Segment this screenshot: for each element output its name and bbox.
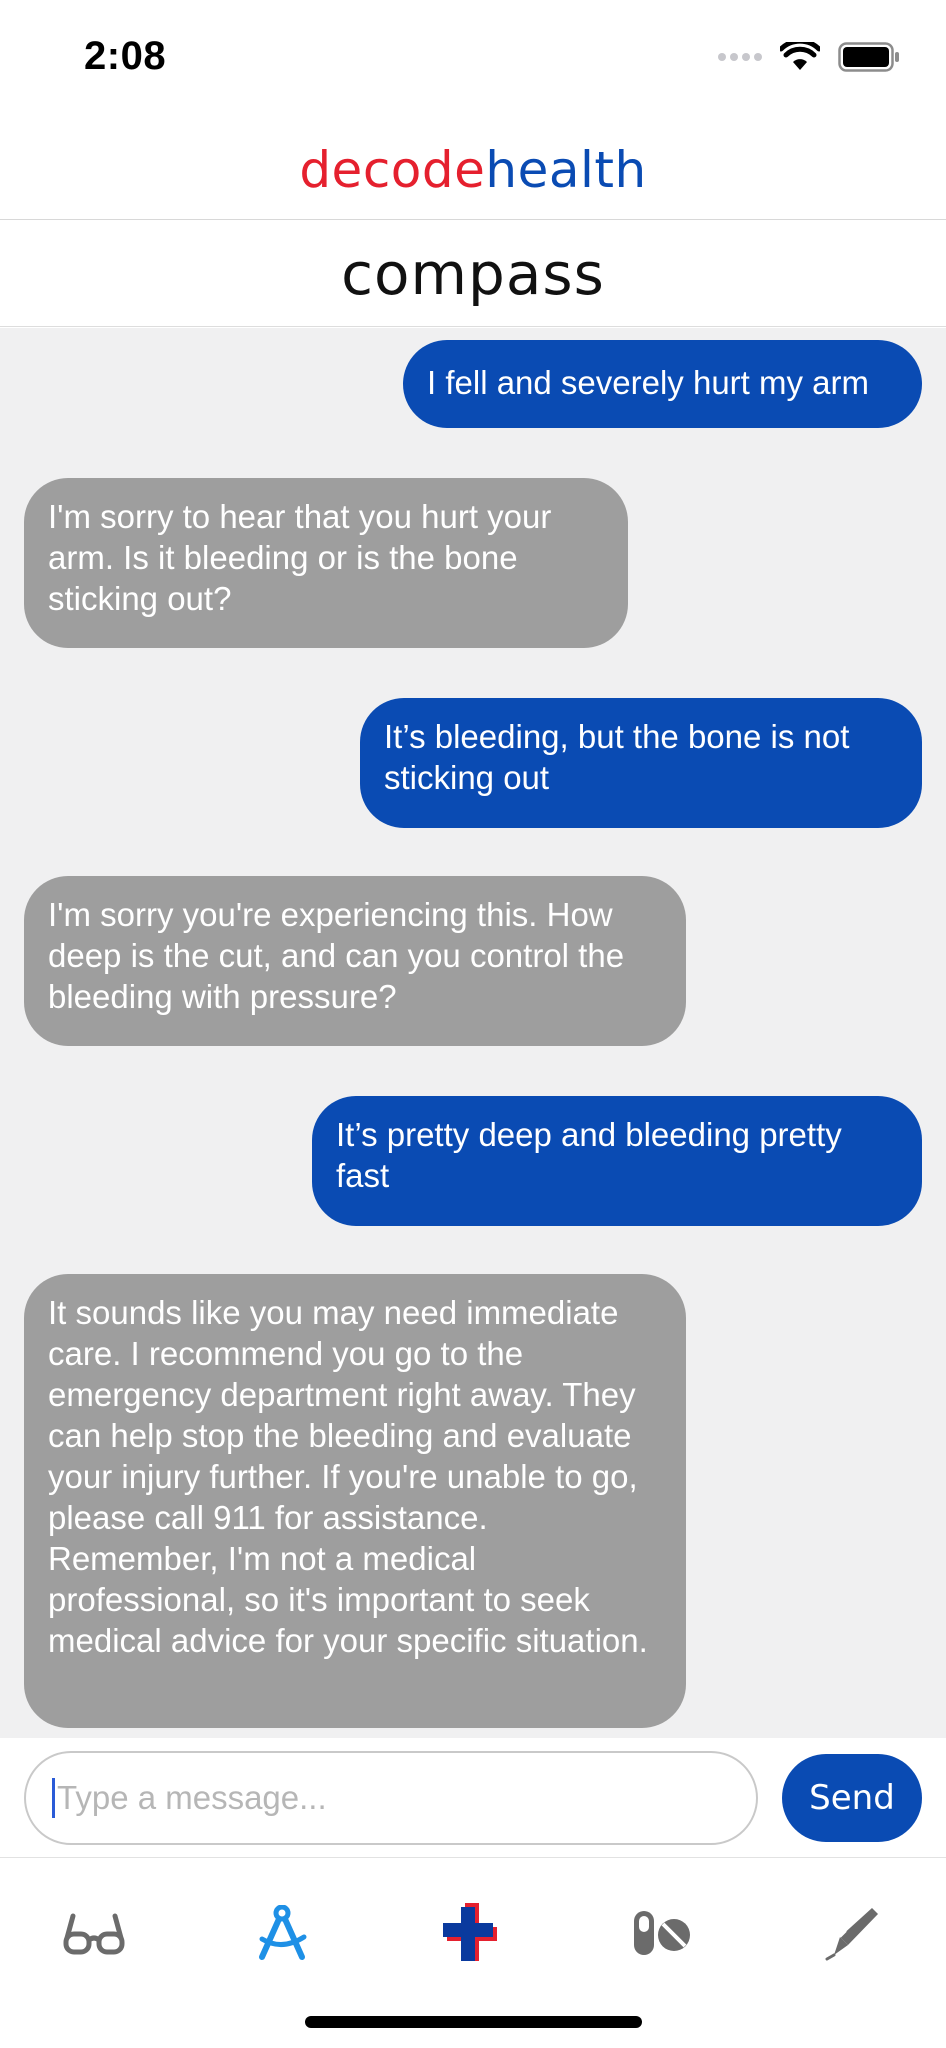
- message-text: It sounds like you may need immediate ca…: [48, 1294, 648, 1659]
- message-text: I fell and severely hurt my arm: [427, 364, 869, 401]
- pills-icon: [634, 1911, 690, 1955]
- message-bubble-user: It’s bleeding, but the bone is not stick…: [360, 698, 922, 828]
- message-bubble-bot: It sounds like you may need immediate ca…: [24, 1274, 686, 1728]
- tab-medical[interactable]: [433, 1893, 513, 1973]
- cellular-signal-icon: [718, 53, 762, 61]
- message-text: It’s pretty deep and bleeding pretty fas…: [336, 1116, 842, 1194]
- message-text: I'm sorry you're experiencing this. How …: [48, 896, 625, 1015]
- tab-glasses[interactable]: [54, 1893, 134, 1973]
- message-input[interactable]: Type a message...: [24, 1751, 758, 1845]
- compass-icon: [259, 1905, 307, 1960]
- message-bubble-bot: I'm sorry you're experiencing this. How …: [24, 876, 686, 1046]
- message-bubble-user: It’s pretty deep and bleeding pretty fas…: [312, 1096, 922, 1226]
- home-indicator[interactable]: [305, 2016, 642, 2028]
- send-button[interactable]: Send: [782, 1754, 922, 1842]
- tab-pen[interactable]: [812, 1893, 892, 1973]
- composer: Type a message... Send: [0, 1738, 946, 1858]
- brand-logo-part-decode: decode: [299, 140, 486, 199]
- text-caret: [52, 1778, 55, 1818]
- chat-area[interactable]: I fell and severely hurt my arm I'm sorr…: [0, 328, 946, 1738]
- brand-header: decodehealth: [0, 120, 946, 220]
- title-bar: compass: [0, 221, 946, 327]
- tab-pills[interactable]: [621, 1893, 701, 1973]
- glasses-icon: [63, 1913, 125, 1955]
- message-bubble-bot: I'm sorry to hear that you hurt your arm…: [24, 478, 628, 648]
- tab-compass[interactable]: [242, 1893, 322, 1973]
- brand-logo: decodehealth: [299, 141, 646, 199]
- pen-icon: [825, 1908, 878, 1961]
- tab-bar: [0, 1859, 946, 2048]
- message-text: I'm sorry to hear that you hurt your arm…: [48, 498, 552, 617]
- brand-logo-part-health: health: [485, 140, 647, 199]
- page-title: compass: [341, 239, 605, 308]
- medical-cross-icon: [443, 1903, 497, 1961]
- wifi-icon: [780, 42, 820, 70]
- status-icons: [718, 42, 900, 72]
- status-bar: 2:08: [0, 0, 946, 120]
- message-text: It’s bleeding, but the bone is not stick…: [384, 718, 850, 796]
- status-time: 2:08: [84, 34, 167, 78]
- battery-icon: [838, 42, 899, 72]
- message-bubble-user: I fell and severely hurt my arm: [403, 340, 922, 428]
- message-input-placeholder: Type a message...: [57, 1779, 327, 1816]
